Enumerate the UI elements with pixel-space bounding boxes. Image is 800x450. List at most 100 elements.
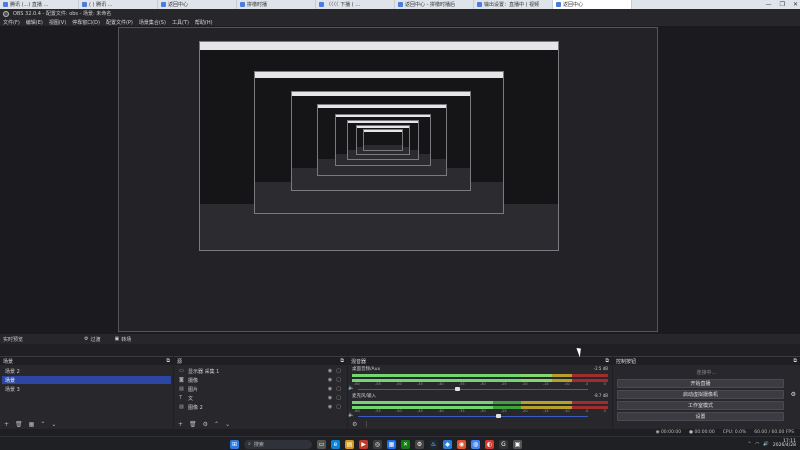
browser-tab[interactable]: 〈〈〈〈 下播 ( … xyxy=(316,0,395,9)
start-virtual-camera-button[interactable]: 启动虚拟摄像机 xyxy=(617,390,784,399)
minimize-icon[interactable]: — xyxy=(766,1,772,8)
menu-bar: 文件(F) 编辑(E) 视图(V) 停靠窗口(D) 配置文件(P) 场景集合(S) 工具(T… xyxy=(0,18,800,26)
dock-float-icon[interactable]: ⧉ xyxy=(605,358,609,364)
delete-source-icon[interactable]: 🗑 xyxy=(189,421,197,428)
move-down-icon[interactable]: ⌄ xyxy=(51,421,56,428)
dock-float-icon[interactable]: ⧉ xyxy=(793,358,797,364)
store-icon[interactable]: ▦ xyxy=(387,439,396,449)
browser-tab[interactable]: 输出设置：直播中 ( 视频 xyxy=(474,0,553,9)
menu-item[interactable]: 场景集合(S) xyxy=(139,19,166,26)
chevron-up-icon[interactable]: ⌃ xyxy=(748,442,752,447)
taskbar-search[interactable]: ⌕ 搜索 xyxy=(244,439,312,449)
fader-knob[interactable] xyxy=(496,414,502,418)
obs-taskbar-icon[interactable]: ◎ xyxy=(373,439,382,449)
move-up-icon[interactable]: ⌃ xyxy=(214,421,219,428)
sources-dock-header: 源 ⧉ xyxy=(174,357,347,365)
move-down-icon[interactable]: ⌄ xyxy=(225,421,230,428)
mixer-menu-icon[interactable]: ⋮ xyxy=(363,421,369,428)
eye-icon[interactable]: ◉ xyxy=(328,395,332,401)
source-item[interactable]: T 文 ◉ ▢ xyxy=(176,394,345,402)
start-streaming-button[interactable]: 开始直播 xyxy=(617,379,784,388)
delete-scene-icon[interactable]: 🗑 xyxy=(15,421,23,428)
browser-tab[interactable]: 返回中心 - 拼缴时播后 xyxy=(395,0,474,9)
move-up-icon[interactable]: ⌃ xyxy=(40,421,45,428)
eye-icon[interactable]: ◉ xyxy=(328,377,332,383)
meter-red-zone xyxy=(572,379,608,382)
browser-tab[interactable]: 返回中心 xyxy=(553,0,632,9)
recursion-titlebar xyxy=(292,92,470,96)
scenes-dock: 场景 ⧉ 场景 2 场景 场景 3 + 🗑 ▦ ⌃ ⌄ xyxy=(0,356,173,429)
meter-tick-label: -40 xyxy=(437,382,444,386)
settings-button[interactable]: 设置 xyxy=(617,412,784,421)
menu-item[interactable]: 停靠窗口(D) xyxy=(72,19,100,26)
virtual-camera-settings-icon[interactable]: ⚙ xyxy=(791,391,796,398)
scene-item[interactable]: 场景 3 xyxy=(2,385,171,393)
advanced-audio-icon[interactable]: ⚙ xyxy=(352,421,357,428)
switch-button[interactable]: ▣ 转场 xyxy=(112,336,135,343)
menu-item[interactable]: 视图(V) xyxy=(49,19,66,26)
edge-icon[interactable]: e xyxy=(331,439,340,449)
scene-item[interactable]: 场景 xyxy=(2,376,171,384)
meter-tick-label: -15 xyxy=(542,382,549,386)
add-scene-icon[interactable]: + xyxy=(4,421,9,428)
menu-item[interactable]: 工具(T) xyxy=(172,19,189,26)
fader-knob[interactable] xyxy=(454,387,460,391)
dock-float-icon[interactable]: ⧉ xyxy=(340,358,344,364)
source-properties-icon[interactable]: ⚙ xyxy=(203,421,208,428)
scene-filter-icon[interactable]: ▦ xyxy=(29,421,35,428)
menu-item[interactable]: 配置文件(P) xyxy=(106,19,133,26)
browser-tab[interactable]: ( ( 腾讯 … xyxy=(79,0,158,9)
settings-taskbar-icon[interactable]: ⚙ xyxy=(415,439,424,449)
studio-mode-button[interactable]: 工作室模式 xyxy=(617,401,784,410)
eye-icon[interactable]: ◉ xyxy=(328,404,332,410)
volume-meter xyxy=(352,379,608,382)
app-icon[interactable]: ▶ xyxy=(359,439,368,449)
xbox-icon[interactable]: ✕ xyxy=(401,439,410,449)
lock-icon[interactable]: ▢ xyxy=(336,395,341,401)
meter-level xyxy=(352,374,552,377)
app6-icon[interactable]: ▣ xyxy=(513,439,522,449)
app4-icon[interactable]: ◐ xyxy=(485,439,494,449)
browser-tab[interactable]: 腾讯 (...) 直播 … xyxy=(0,0,79,9)
menu-item[interactable]: 编辑(E) xyxy=(26,19,43,26)
volume-icon[interactable]: 🔊 xyxy=(763,442,769,447)
wifi-icon[interactable]: ◠ xyxy=(755,442,759,447)
speaker-icon[interactable]: 🔈 xyxy=(348,385,354,391)
source-item[interactable]: ▭ 显示器 采集 1 ◉ ▢ xyxy=(176,367,345,375)
lock-icon[interactable]: ▢ xyxy=(336,386,341,392)
lock-icon[interactable]: ▢ xyxy=(336,377,341,383)
app5-icon[interactable]: G xyxy=(499,439,508,449)
volume-fader[interactable]: 🔈 xyxy=(348,412,608,418)
clock[interactable]: 17:11 2026/4/28 xyxy=(773,439,796,449)
menu-item[interactable]: 文件(F) xyxy=(3,19,20,26)
scene-item[interactable]: 场景 2 xyxy=(2,367,171,375)
file-explorer-icon[interactable]: ▤ xyxy=(345,439,354,449)
transition-button[interactable]: ⚙ 过渡 xyxy=(81,336,104,343)
add-source-icon[interactable]: + xyxy=(178,421,183,428)
menu-item[interactable]: 帮助(H) xyxy=(195,19,213,26)
meter-tick-label: -45 xyxy=(416,382,423,386)
recursion-docks xyxy=(364,145,402,150)
task-view-icon[interactable]: ▭ xyxy=(317,439,326,449)
image-icon: ▨ xyxy=(179,403,184,410)
lock-icon[interactable]: ▢ xyxy=(336,368,341,374)
close-icon[interactable]: ✕ xyxy=(793,1,798,8)
source-item[interactable]: ▨ 图像 2 ◉ ▢ xyxy=(176,403,345,411)
browser-tab-label: 输出设置：直播中 ( 视频 xyxy=(484,2,540,8)
app2-icon[interactable]: ◆ xyxy=(443,439,452,449)
maximize-icon[interactable]: ❐ xyxy=(780,1,785,8)
dock-float-icon[interactable]: ⧉ xyxy=(166,358,170,364)
source-item[interactable]: ▨ 图片 ◉ ▢ xyxy=(176,385,345,393)
lock-icon[interactable]: ▢ xyxy=(336,404,341,410)
browser-tab[interactable]: 拼缴时播 xyxy=(237,0,316,9)
steam-icon[interactable]: ♨ xyxy=(429,439,438,449)
browser-tab[interactable]: 返回中心 xyxy=(158,0,237,9)
volume-fader[interactable]: 🔈 xyxy=(348,385,608,391)
eye-icon[interactable]: ◉ xyxy=(328,386,332,392)
start-icon[interactable]: ⊞ xyxy=(230,439,239,449)
chrome-icon[interactable]: ◍ xyxy=(471,439,480,449)
speaker-icon[interactable]: 🔈 xyxy=(348,412,354,418)
source-item[interactable]: ◙ 摄像 ◉ ▢ xyxy=(176,376,345,384)
app3-icon[interactable]: ◉ xyxy=(457,439,466,449)
eye-icon[interactable]: ◉ xyxy=(328,368,332,374)
